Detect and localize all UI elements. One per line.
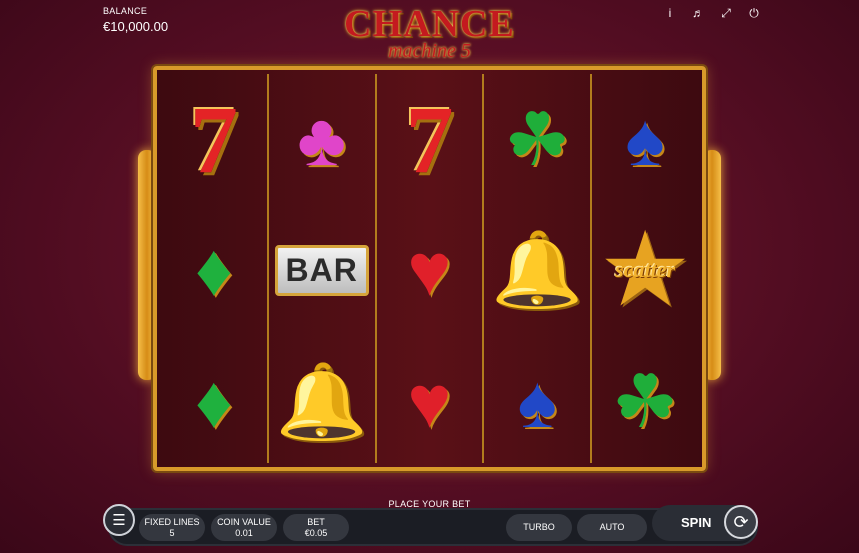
bell-symbol: 🔔 — [491, 228, 584, 311]
diamond-symbol: ♦ — [195, 228, 233, 311]
info-icon[interactable]: i — [663, 6, 677, 20]
hamburger-icon: ☰ — [112, 512, 126, 529]
fixed-lines-display: FIXED LINES 5 — [139, 514, 205, 541]
logo-title: CHANCE — [344, 3, 515, 45]
turbo-button[interactable]: TURBO — [506, 514, 572, 541]
fixed-lines-label: FIXED LINES — [144, 517, 200, 527]
reel-cell: ♠ — [484, 336, 590, 468]
auto-label: AUTO — [599, 522, 625, 532]
reels-grid: 7 ♦ ♦ ♣ BAR 🔔 7 ♥ ♥ ☘ 🔔 ♠ ♠ ★ scatter ☘ — [161, 74, 698, 463]
diamond-symbol: ♦ — [195, 360, 233, 443]
seven-symbol: 7 — [405, 86, 454, 193]
menu-button[interactable]: ☰ — [103, 504, 135, 536]
balance-display: BALANCE €10,000.00 — [103, 6, 168, 34]
reel-cell: ☘ — [484, 74, 590, 206]
turbo-label: TURBO — [523, 522, 555, 532]
reel-cell: ♦ — [161, 336, 267, 468]
fullscreen-icon[interactable]: ⤢ — [719, 6, 733, 20]
reel-cell: ♣ — [269, 74, 375, 206]
coin-value-label: COIN VALUE — [217, 517, 271, 527]
fixed-lines-value: 5 — [169, 528, 175, 538]
bar-symbol: BAR — [274, 244, 369, 296]
heart-symbol: ♥ — [407, 228, 452, 311]
spade-symbol: ♠ — [625, 98, 665, 181]
auto-button[interactable]: AUTO — [577, 514, 647, 541]
clover-symbol: ☘ — [504, 98, 571, 181]
reel-cell: ♠ — [592, 74, 698, 206]
balance-label: BALANCE — [103, 6, 148, 16]
spin-label[interactable]: SPIN — [681, 515, 711, 530]
reel-cell: ♦ — [161, 204, 267, 336]
bet-label: BET — [307, 517, 325, 527]
reel-cell: ★ scatter — [592, 204, 698, 336]
reel-cell: ♥ — [377, 336, 483, 468]
top-toolbar: i ♬ ⤢ ⏻ — [663, 6, 761, 20]
club-symbol: ♣ — [297, 98, 346, 181]
reel-cell: ☘ — [592, 336, 698, 468]
coin-value-selector[interactable]: COIN VALUE 0.01 — [211, 514, 277, 541]
reel-1: 7 ♦ ♦ — [161, 74, 269, 463]
game-logo: CHANCE machine 5 — [333, 5, 526, 67]
reel-4: ☘ 🔔 ♠ — [484, 74, 593, 463]
spin-icon: ⟳ — [733, 511, 749, 532]
reel-cell: 7 — [377, 74, 483, 206]
spin-button[interactable]: ⟳ — [724, 505, 758, 539]
clover-symbol: ☘ — [611, 360, 679, 443]
reel-cell: 7 — [161, 74, 267, 206]
balance-value: €10,000.00 — [103, 19, 169, 34]
reel-cell: BAR — [269, 204, 375, 336]
seven-symbol: 7 — [189, 86, 238, 193]
bell-symbol: 🔔 — [275, 360, 368, 443]
bet-value: €0.05 — [304, 528, 328, 538]
reels-frame: 7 ♦ ♦ ♣ BAR 🔔 7 ♥ ♥ ☘ 🔔 ♠ ♠ ★ scatter ☘ — [153, 66, 706, 471]
sound-icon[interactable]: ♬ — [691, 6, 705, 20]
reel-cell: ♥ — [377, 204, 483, 336]
scatter-text: scatter — [615, 257, 676, 282]
coin-value-value: 0.01 — [235, 528, 253, 538]
reel-2: ♣ BAR 🔔 — [269, 74, 377, 463]
reel-cell: 🔔 — [484, 204, 590, 336]
power-icon[interactable]: ⏻ — [747, 6, 761, 20]
heart-symbol: ♥ — [407, 360, 452, 443]
reel-cell: 🔔 — [269, 336, 375, 468]
spade-symbol: ♠ — [517, 360, 557, 443]
reel-3: 7 ♥ ♥ — [377, 74, 485, 463]
bet-selector[interactable]: BET €0.05 — [283, 514, 349, 541]
reel-5: ♠ ★ scatter ☘ — [592, 74, 698, 463]
scatter-symbol: ★ scatter — [597, 218, 693, 322]
